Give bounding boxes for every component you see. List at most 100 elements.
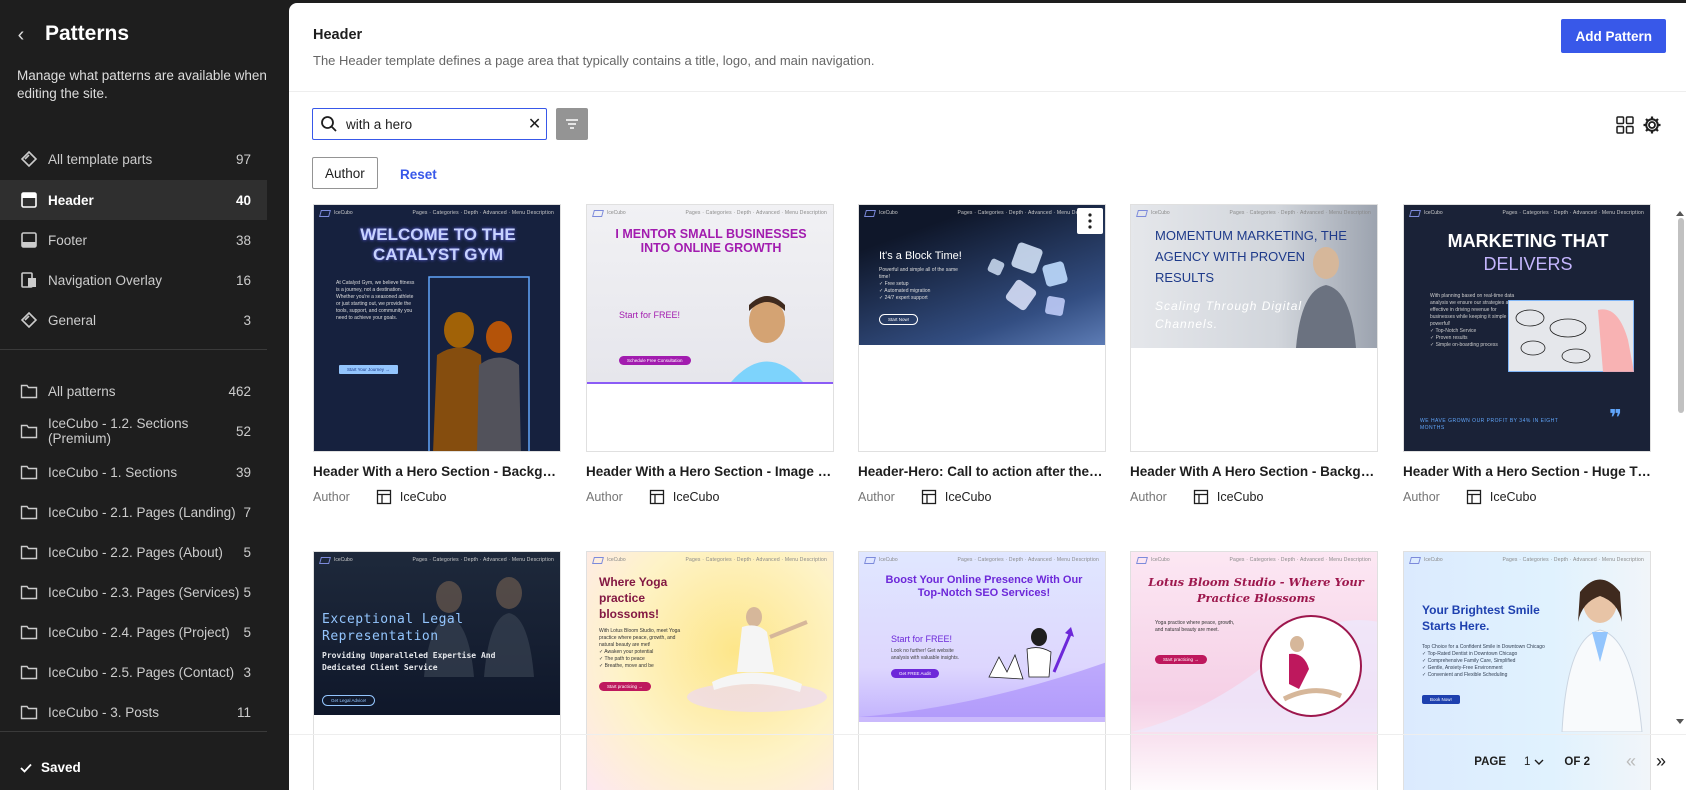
header-icon [19, 190, 39, 210]
pattern-thumbnail[interactable]: IceCubo Pages · Categories · Depth · Adva… [858, 551, 1106, 790]
pattern-thumbnail[interactable]: IceCubo Pages · Categories · Depth · Adva… [858, 204, 1106, 452]
sidebar-category-item[interactable]: IceCubo - 1. Sections 39 [0, 452, 267, 492]
pattern-thumbnail[interactable]: IceCubo Pages · Categories · Depth · Adva… [1403, 204, 1651, 452]
add-pattern-button[interactable]: Add Pattern [1561, 19, 1666, 53]
folder-icon [19, 582, 39, 602]
more-options-icon[interactable] [1077, 208, 1103, 234]
author-filter-chip[interactable]: Author [312, 157, 378, 189]
pattern-card[interactable]: IceCubo Pages · Categories · Depth · Adva… [313, 204, 561, 505]
sidebar-category-item[interactable]: IceCubo - 2.1. Pages (Landing) 7 [0, 492, 267, 532]
pattern-meta: Author IceCubo [313, 489, 561, 505]
pattern-card[interactable]: IceCubo Pages · Categories · Depth · Adva… [1403, 204, 1651, 505]
preview-subheading: Providing Unparalleled Expertise And Ded… [322, 651, 496, 672]
next-page-icon[interactable]: » [1656, 751, 1666, 772]
sidebar-item-count: 462 [228, 383, 251, 399]
sidebar-category-item[interactable]: IceCubo - 1.2. Sections (Premium) 52 [0, 411, 267, 451]
pattern-title[interactable]: Header With a Hero Section - Huge Tit... [1403, 464, 1651, 479]
preview-footer: WE HAVE GROWN OUR PROFIT BY 34% IN EIGHT… [1420, 418, 1559, 431]
scroll-up-arrow[interactable] [1676, 211, 1684, 216]
sidebar-item-footer[interactable]: Footer 38 [0, 220, 267, 260]
pagination: PAGE 1 OF 2 « » [1474, 751, 1666, 772]
preview-nav-links: Pages · Categories · Depth · Advanced · … [1502, 557, 1644, 563]
pattern-thumbnail[interactable]: IceCubo Pages · Categories · Depth · Adva… [586, 204, 834, 452]
sidebar-item-general[interactable]: General 3 [0, 300, 267, 340]
preview-logo-text: IceCubo [1151, 557, 1170, 563]
preview-heading: MARKETING THAT [1447, 231, 1609, 251]
overlay-icon [19, 270, 39, 290]
search-input[interactable] [346, 116, 524, 132]
pattern-card[interactable]: IceCubo Pages · Categories · Depth · Adva… [858, 551, 1106, 790]
preview-logo-text: IceCubo [607, 210, 626, 216]
pattern-card[interactable]: IceCubo Pages · Categories · Depth · Adva… [858, 204, 1106, 505]
pattern-title[interactable]: Header With a Hero Section - Backgro... [313, 464, 561, 479]
pattern-card[interactable]: IceCubo Pages · Categories · Depth · Adva… [313, 551, 561, 790]
preview-logo-text: IceCubo [607, 557, 626, 563]
sidebar-description: Manage what patterns are available when … [17, 68, 267, 101]
reset-filters-link[interactable]: Reset [400, 167, 437, 182]
previous-page-icon[interactable]: « [1626, 751, 1636, 772]
grid-view-icon[interactable] [1615, 115, 1635, 135]
sidebar-item-count: 5 [243, 584, 251, 600]
filter-icon [566, 119, 578, 129]
scrollbar-thumb[interactable] [1678, 218, 1684, 413]
preview-nav-links: Pages · Categories · Depth · Advanced · … [412, 557, 554, 563]
sidebar-item-label: IceCubo - 2.3. Pages (Services) [48, 584, 240, 600]
preview-button: Start practicing → [599, 682, 651, 691]
chevron-down-icon[interactable] [1534, 756, 1544, 768]
sidebar-category-item[interactable]: IceCubo - 2.3. Pages (Services) 5 [0, 572, 267, 612]
sidebar-item-navigation-overlay[interactable]: Navigation Overlay 16 [0, 260, 267, 300]
page-select[interactable]: 1 [1524, 756, 1530, 768]
preview-nav-links: Pages · Categories · Depth · Advanced · … [1229, 210, 1371, 216]
preview-body: Yoga practice where peace, growth, and n… [1155, 620, 1235, 633]
page-total: OF 2 [1564, 755, 1590, 768]
pattern-thumbnail[interactable]: IceCubo Pages · Categories · Depth · Adva… [586, 551, 834, 790]
preview-logo [1409, 209, 1421, 217]
preview-body: Look no further! Get website analysis wi… [891, 648, 960, 661]
pattern-card[interactable]: IceCubo Pages · Categories · Depth · Adva… [586, 204, 834, 505]
pattern-title[interactable]: Header-Hero: Call to action after the li… [858, 464, 1106, 479]
pattern-card[interactable]: IceCubo Pages · Categories · Depth · Adva… [586, 551, 834, 790]
scroll-down-arrow[interactable] [1676, 719, 1684, 724]
pattern-thumbnail[interactable]: IceCubo Pages · Categories · Depth · Adva… [1130, 204, 1378, 452]
sidebar-item-count: 39 [235, 464, 251, 480]
sidebar-category-item[interactable]: All patterns 462 [0, 371, 267, 411]
author-name: IceCubo [1216, 490, 1264, 504]
author-name: IceCubo [672, 490, 720, 504]
layout-icon [376, 489, 392, 505]
preview-nav-links: Pages · Categories · Depth · Advanced · … [685, 210, 827, 216]
pattern-title[interactable]: Header With a Hero Section - Image o... [586, 464, 834, 479]
sidebar-item-count: 16 [235, 272, 251, 288]
clear-search-icon[interactable]: ✕ [523, 114, 546, 134]
sidebar-category-item[interactable]: IceCubo - 2.5. Pages (Contact) 3 [0, 652, 267, 692]
preview-nav: IceCubo Pages · Categories · Depth · Adva… [314, 205, 560, 221]
preview-button: Start practicing → [1155, 655, 1207, 664]
preview-body: At Catalyst Gym, we believe fitness is a… [336, 280, 415, 321]
sidebar-item-all-template-parts[interactable]: All template parts 97 [0, 139, 267, 179]
preview-logo [864, 209, 876, 217]
sidebar-category-item[interactable]: IceCubo - 2.2. Pages (About) 5 [0, 532, 267, 572]
back-arrow-icon[interactable]: ‹ [10, 24, 32, 46]
folder-icon [19, 502, 39, 522]
sidebar-item-count: 52 [235, 423, 251, 439]
author-label: Author [313, 490, 350, 504]
preview-nav: IceCubo Pages · Categories · Depth · Adva… [587, 552, 833, 568]
pattern-title[interactable]: Header With A Hero Section - Backgro... [1130, 464, 1378, 479]
gear-icon[interactable] [1642, 115, 1662, 135]
preview-button: Book Now! [1422, 695, 1460, 704]
pattern-card[interactable]: IceCubo Pages · Categories · Depth · Adva… [1130, 204, 1378, 505]
pattern-thumbnail[interactable]: IceCubo Pages · Categories · Depth · Adva… [313, 204, 561, 452]
preview-nav: IceCubo Pages · Categories · Depth · Adva… [314, 552, 560, 568]
pattern-thumbnail[interactable]: IceCubo Pages · Categories · Depth · Adva… [1130, 551, 1378, 790]
sidebar-category-item[interactable]: IceCubo - 3. Posts 11 [0, 692, 267, 732]
filter-button[interactable] [556, 108, 588, 140]
preview-logo [319, 209, 331, 217]
pattern-card[interactable]: IceCubo Pages · Categories · Depth · Adva… [1130, 551, 1378, 790]
preview-body: With Lotus Bloom Studio, meet Yoga pract… [599, 628, 681, 669]
pattern-thumbnail[interactable]: IceCubo Pages · Categories · Depth · Adva… [313, 551, 561, 790]
sidebar: ‹ Patterns Manage what patterns are avai… [0, 0, 289, 790]
sidebar-category-item[interactable]: IceCubo - 2.4. Pages (Project) 5 [0, 612, 267, 652]
sidebar-item-label: IceCubo - 1.2. Sections (Premium) [48, 416, 189, 446]
diamond-icon [19, 149, 39, 169]
sidebar-item-header[interactable]: Header 40 [0, 180, 267, 220]
preview-button: Schedule Free Consultation [619, 356, 691, 365]
